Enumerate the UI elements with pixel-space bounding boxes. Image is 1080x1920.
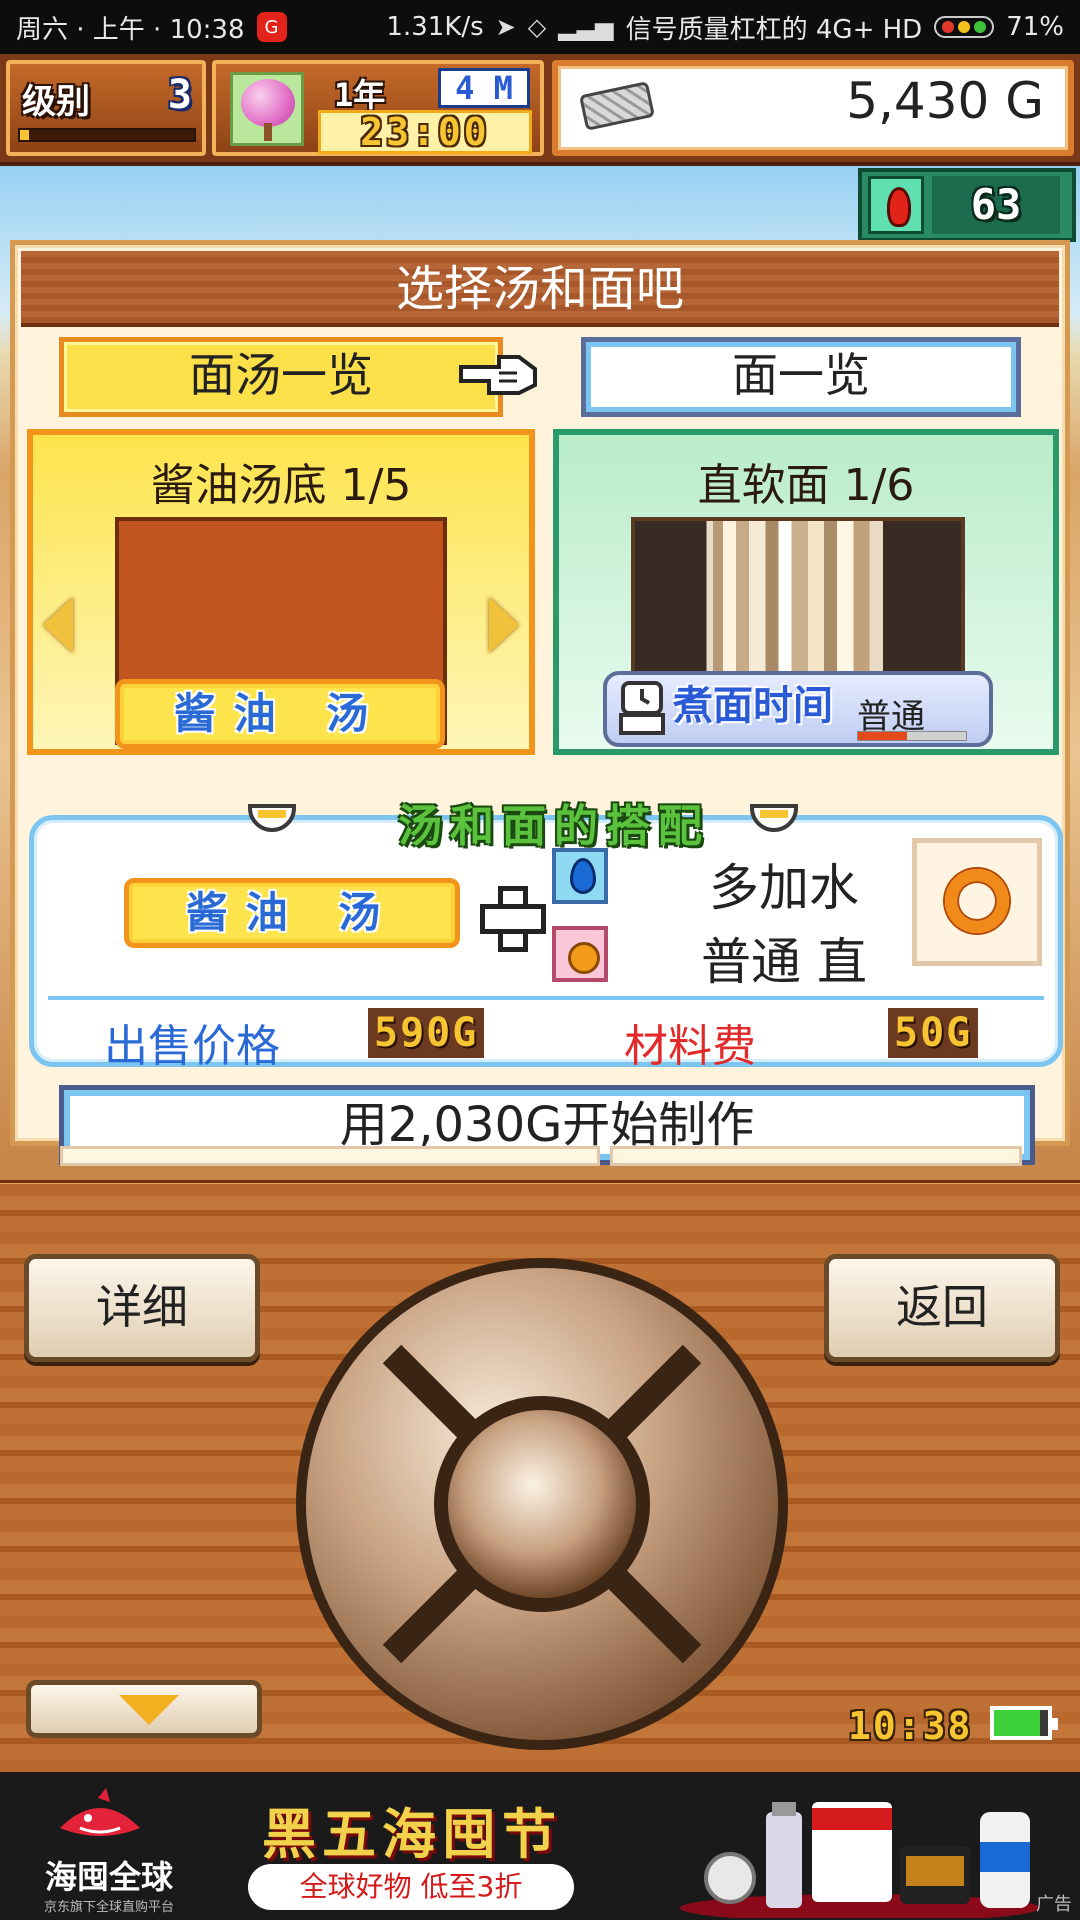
sale-price-value: 590G	[368, 1008, 485, 1058]
soup-card[interactable]: 酱油汤底 1/5 酱油 汤	[27, 429, 535, 755]
bell-icon: ◇	[527, 13, 547, 41]
soup-prev-arrow-icon[interactable]	[43, 597, 73, 653]
ad-title: 黑五海囤节	[262, 1803, 562, 1866]
ad-banner[interactable]: 海囤全球 京东旗下全球直购平台 黑五海囤节 全球好物 低至3折 广告	[0, 1772, 1080, 1920]
send-icon: ➤	[495, 13, 516, 41]
ad-subtitle: 全球好物 低至3折	[248, 1864, 574, 1910]
sale-price-label: 出售价格	[104, 1021, 280, 1072]
stamina-icon	[868, 176, 924, 234]
net-speed: 1.31K/s	[386, 12, 484, 42]
soup-title: 酱油汤底 1/5	[150, 460, 412, 511]
shelf-right	[610, 1146, 1022, 1166]
level-progress-bar	[18, 128, 196, 142]
combo-noodle-text: 普通 直	[701, 933, 867, 991]
water-drop-icon	[552, 848, 608, 904]
tab-soup-list[interactable]: 面汤一览	[59, 337, 503, 417]
good-match-circle-icon	[945, 869, 1009, 933]
stamina-panel: 63	[858, 168, 1076, 242]
carrier-label: 信号质量杠杠的 4G+ HD	[625, 14, 923, 45]
ad-products-image	[680, 1802, 1040, 1918]
notification-app-icon: G	[256, 12, 287, 42]
calendar-panel: 1年 4 M 23:00	[212, 60, 544, 156]
noodle-image	[631, 517, 965, 677]
level-progress-fill	[20, 130, 29, 140]
pointing-hand-icon	[459, 355, 537, 395]
detail-button[interactable]: 详细	[24, 1254, 260, 1362]
soup-name-badge: 酱油 汤	[115, 679, 445, 749]
dialog-title-bar: 选择汤和面吧	[21, 251, 1059, 327]
material-cost-label: 材料费	[624, 1021, 756, 1072]
cook-time-bar	[857, 731, 967, 741]
status-bar: 周六 · 上午 · 10:38 G 1.31K/s ➤ ◇ ▂▃▅ 信号质量杠杠…	[0, 0, 1080, 54]
back-button[interactable]: 返回	[824, 1254, 1060, 1362]
noodle-title: 直软面 1/6	[697, 460, 915, 511]
cook-time-label: 煮面时间	[673, 683, 833, 729]
game-time: 23:00	[318, 110, 532, 154]
money-panel: 5,430 G	[552, 60, 1074, 156]
bowl-icon-left	[248, 804, 296, 832]
level-label: 级别	[22, 82, 90, 122]
money-value: 5,430 G	[846, 72, 1044, 130]
shark-logo-icon	[60, 1788, 140, 1836]
hud-bar: 级别 3 1年 4 M 23:00 5,430 G	[0, 54, 1080, 166]
ad-brand-sub: 京东旗下全球直购平台	[43, 1900, 174, 1915]
compatibility-result	[912, 838, 1042, 966]
device-clock: 10:38	[848, 1704, 973, 1748]
combo-soup-badge: 酱油 汤	[124, 878, 460, 948]
combo-divider	[48, 996, 1044, 1000]
combo-water-text: 多加水	[709, 859, 859, 917]
plus-icon	[480, 886, 546, 952]
month-label: 4 M	[438, 68, 530, 108]
cook-time-fill	[858, 732, 907, 740]
material-cost-value: 50G	[888, 1008, 979, 1058]
soup-next-arrow-icon[interactable]	[489, 597, 519, 653]
timer-icon	[619, 681, 665, 735]
status-datetime: 周六 · 上午 · 10:38	[16, 14, 245, 45]
cherry-tree-icon	[230, 72, 304, 146]
scroll-down-button[interactable]	[26, 1680, 262, 1738]
combination-title: 汤和面的搭配	[398, 801, 710, 852]
battery-percent: 71%	[1006, 12, 1064, 42]
shelf-left	[60, 1146, 600, 1166]
recipe-dialog: 选择汤和面吧 面汤一览 面一览 酱油汤底 1/5 酱油 汤 直软面 1/6 煮面…	[10, 240, 1070, 1165]
level-value: 3	[167, 72, 192, 118]
noodle-texture-icon	[552, 926, 608, 982]
dialog-title: 选择汤和面吧	[395, 261, 684, 317]
battery-fill	[994, 1710, 1040, 1736]
directional-pad[interactable]	[292, 1254, 792, 1754]
cook-time-box: 煮面时间 普通	[603, 671, 993, 747]
combination-panel: 汤和面的搭配 酱油 汤 多加水 普通 直 出售价格 590G 材料费 50G	[29, 801, 1063, 1072]
tab-noodle-list[interactable]: 面一览	[581, 337, 1021, 417]
silver-bar-icon	[579, 81, 655, 131]
noodle-card[interactable]: 直软面 1/6 煮面时间 普通	[553, 429, 1059, 755]
game-screen: 级别 3 1年 4 M 23:00 5,430 G 63 选择汤和面吧 面汤一览	[0, 54, 1080, 1772]
battery-dots-icon	[934, 16, 995, 38]
ad-label: 广告	[1036, 1894, 1072, 1915]
signal-icon: ▂▃▅	[558, 13, 614, 41]
stamina-value: 63	[932, 176, 1060, 234]
ad-brand: 海囤全球	[44, 1858, 173, 1896]
level-panel: 级别 3	[6, 60, 206, 156]
battery-icon	[990, 1706, 1058, 1740]
